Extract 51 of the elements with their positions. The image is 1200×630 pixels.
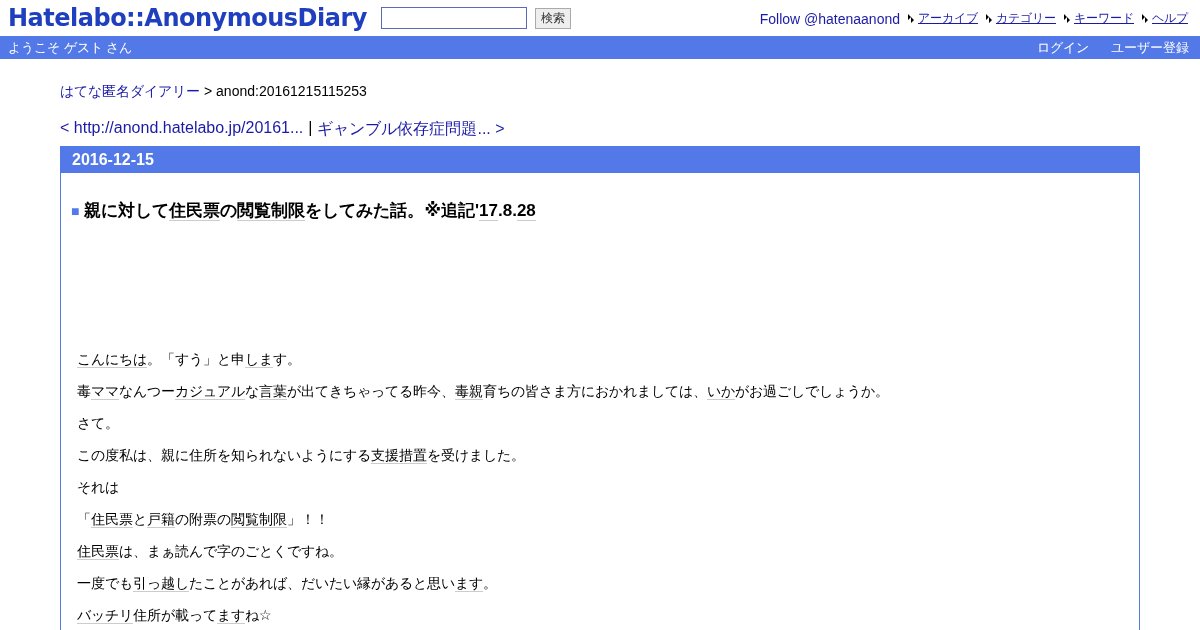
keyword-link[interactable]: 言葉 <box>259 383 287 400</box>
date-link[interactable]: 2016-12-15 <box>72 151 154 169</box>
welcome-text: ようこそ ゲスト さん <box>8 38 133 57</box>
keyword-link[interactable]: いか <box>707 383 735 400</box>
keyword-link[interactable]: 住民票 <box>91 511 133 528</box>
paragraph: こんにちは。「すう」と申 します。 <box>77 350 302 369</box>
arrow-icon <box>1064 14 1071 23</box>
keyword-link[interactable]: 28 <box>516 201 536 221</box>
site-logo[interactable]: Hatelabo::AnonymousDiary <box>8 4 367 32</box>
keyword-link[interactable]: 住民票 <box>77 543 119 560</box>
keyword-link[interactable]: しま <box>245 351 273 368</box>
follow-link[interactable]: Follow @hatenaanond <box>759 10 900 27</box>
breadcrumb-current: > anond:20161215115253 <box>204 83 367 101</box>
keyword-link[interactable]: ます <box>217 607 245 624</box>
paragraph: さて。 <box>77 414 120 433</box>
search-button[interactable]: 検索 <box>534 7 571 29</box>
account-link[interactable]: ユーザー登録 <box>1111 38 1189 57</box>
paragraph: 毒ママなんつーカジュアルな言葉が出てきちゃってる昨今、毒親育ちの皆さま方におかれましては、いかがお過ごしでしょうか。 <box>77 382 890 401</box>
keyword-link[interactable]: 住民票 <box>169 201 221 221</box>
arrow-icon <box>1142 14 1149 23</box>
keyword-link[interactable]: 引っ越し <box>133 575 189 592</box>
keyword-link[interactable]: 毒親 <box>455 383 483 400</box>
keyword-link[interactable]: 17 <box>479 201 498 221</box>
separator: | <box>308 119 313 138</box>
keyword-link[interactable]: 閲覧制限 <box>237 201 306 221</box>
keyword-link[interactable]: 閲覧制限 <box>231 511 287 528</box>
keyword-link[interactable]: ママ <box>91 383 119 400</box>
entry-title: 親に対して住民票の閲覧制限をしてみた話。※追記'17.8.28 <box>84 200 536 222</box>
keyword-link[interactable]: カジュアル <box>175 383 245 400</box>
paragraph: 住民票は、まぁ読んで字のごとくですね。 <box>77 542 344 561</box>
keyword-link[interactable]: ます <box>455 575 483 592</box>
keyword-link[interactable]: 戸籍 <box>147 511 175 528</box>
account-link[interactable]: ログイン <box>1037 38 1089 57</box>
keyword-link[interactable]: こんにちは <box>77 351 147 368</box>
breadcrumb-link[interactable]: はてな匿名ダイアリー <box>60 83 200 101</box>
paragraph: バッチリ住所が載って ますね☆ <box>77 606 273 625</box>
keyword-link[interactable]: バッチリ <box>77 607 133 624</box>
prev-link[interactable]: < http://anond.hatelabo.jp/20161... <box>60 119 304 140</box>
search-field[interactable] <box>380 7 527 29</box>
nav-link[interactable]: ヘルプ <box>1152 10 1188 27</box>
paragraph: 一度でも 引っ越し たことがあれば、だいたい縁があると思い ます。 <box>77 574 498 593</box>
next-link[interactable]: ギャンブル依存症問題... > <box>317 119 505 140</box>
nav-link[interactable]: アーカイブ <box>918 10 978 27</box>
paragraph: この度私は、親に住所を知られないようにする支援措置を受けました。 <box>77 446 526 465</box>
entry-marker-link[interactable]: ■ <box>71 203 80 219</box>
paragraph: それは <box>77 478 120 497</box>
arrow-icon <box>908 14 915 23</box>
paragraph: 「住民票と 戸籍の附票の閲覧制限」！！ <box>77 510 330 529</box>
keyword-link[interactable]: 支援措置 <box>371 447 427 464</box>
nav-link[interactable]: キーワード <box>1074 10 1134 27</box>
arrow-icon <box>986 14 993 23</box>
